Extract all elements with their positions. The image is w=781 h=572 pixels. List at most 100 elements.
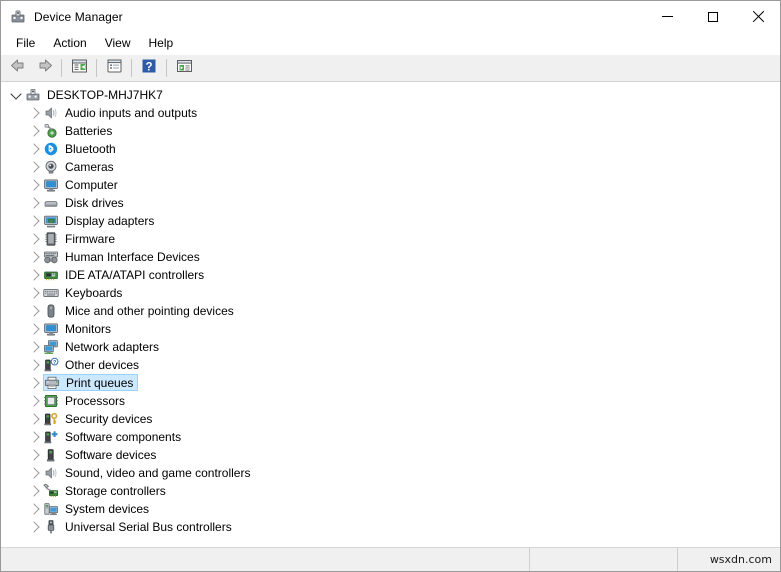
expander-firmware[interactable] <box>27 231 43 247</box>
tree-node-other-devices[interactable]: ? Other devices <box>1 356 780 374</box>
tree-node-label: Security devices <box>65 412 153 426</box>
help-button[interactable]: ? <box>137 57 161 79</box>
status-watermark: wsxdn.com <box>709 553 772 566</box>
tree-node-label: Mice and other pointing devices <box>65 304 234 318</box>
expander-software-components[interactable] <box>27 429 43 445</box>
tree-node-label: System devices <box>65 502 150 516</box>
show-hidden-devices-button[interactable] <box>102 57 126 79</box>
expander-ide-ata-atapi-controllers[interactable] <box>27 267 43 283</box>
tree-node-display-adapters[interactable]: Display adapters <box>1 212 780 230</box>
expander-network-adapters[interactable] <box>27 339 43 355</box>
expander-storage-controllers[interactable] <box>27 483 43 499</box>
forward-button[interactable] <box>32 57 56 79</box>
chevron-right-icon <box>28 305 40 317</box>
tree-node-processors[interactable]: Processors <box>1 392 780 410</box>
scan-hardware-changes-button[interactable] <box>172 57 196 79</box>
minimize-button[interactable] <box>645 1 690 32</box>
chevron-right-icon <box>28 251 40 263</box>
menu-item-help[interactable]: Help <box>140 33 183 53</box>
tree-node-network-adapters[interactable]: Network adapters <box>1 338 780 356</box>
tree-node-computer[interactable]: Computer <box>1 176 780 194</box>
tree-node-firmware[interactable]: Firmware <box>1 230 780 248</box>
expander-processors[interactable] <box>27 393 43 409</box>
chevron-right-icon <box>28 395 40 407</box>
svg-text:?: ? <box>145 61 152 73</box>
tree-node-label: Audio inputs and outputs <box>65 106 198 120</box>
expander-disk-drives[interactable] <box>27 195 43 211</box>
tree-node-human-interface-devices[interactable]: Human Interface Devices <box>1 248 780 266</box>
mouse-icon <box>43 303 59 319</box>
expander-print-queues[interactable] <box>27 375 43 391</box>
close-button[interactable] <box>735 1 780 32</box>
window-title: Device Manager <box>34 9 123 24</box>
tree-node-label: Print queues <box>66 375 134 390</box>
properties-window-icon <box>71 58 88 79</box>
tree-node-cameras[interactable]: Cameras <box>1 158 780 176</box>
ide-controller-icon <box>43 267 59 283</box>
tree-node-security-devices[interactable]: Security devices <box>1 410 780 428</box>
expander-other-devices[interactable] <box>27 357 43 373</box>
chevron-right-icon <box>28 269 40 281</box>
tree-node-keyboards[interactable]: Keyboards <box>1 284 780 302</box>
list-window-icon <box>106 58 123 79</box>
tree-node-system-devices[interactable]: System devices <box>1 500 780 518</box>
expander-system-devices[interactable] <box>27 501 43 517</box>
expander-sound-video-and-game-controllers[interactable] <box>27 465 43 481</box>
tree-node-sound-video-and-game-controllers[interactable]: Sound, video and game controllers <box>1 464 780 482</box>
device-manager-icon <box>10 9 26 25</box>
back-button[interactable] <box>6 57 30 79</box>
tree-node-label: Storage controllers <box>65 484 166 498</box>
expander-software-devices[interactable] <box>27 447 43 463</box>
tree-node-label: Software devices <box>65 448 157 462</box>
tree-node-ide-ata-atapi-controllers[interactable]: IDE ATA/ATAPI controllers <box>1 266 780 284</box>
tree-node-mice-and-other-pointing-devices[interactable]: Mice and other pointing devices <box>1 302 780 320</box>
tree-node-universal-serial-bus-controllers[interactable]: Universal Serial Bus controllers <box>1 518 780 536</box>
bluetooth-icon <box>43 141 59 157</box>
tree-node-software-devices[interactable]: Software devices <box>1 446 780 464</box>
tree-node-print-queues[interactable]: Print queues <box>1 374 780 392</box>
menu-bar: File Action View Help <box>1 32 780 54</box>
device-manager-window: Device Manager File Action View Help ? D… <box>0 0 781 572</box>
expander-batteries[interactable] <box>27 123 43 139</box>
tree-node-audio-inputs-and-outputs[interactable]: Audio inputs and outputs <box>1 104 780 122</box>
properties-button[interactable] <box>67 57 91 79</box>
expander-monitors[interactable] <box>27 321 43 337</box>
chevron-right-icon <box>28 485 40 497</box>
tree-node-root[interactable]: DESKTOP-MHJ7HK7 <box>1 86 780 104</box>
maximize-icon <box>707 11 718 22</box>
chevron-right-icon <box>28 323 40 335</box>
tree-node-label: Universal Serial Bus controllers <box>65 520 232 534</box>
arrow-right-icon <box>36 58 53 78</box>
tree-node-batteries[interactable]: Batteries <box>1 122 780 140</box>
tree-node-disk-drives[interactable]: Disk drives <box>1 194 780 212</box>
menu-item-view[interactable]: View <box>96 33 140 53</box>
arrow-left-icon <box>10 58 27 78</box>
expander-audio-inputs-and-outputs[interactable] <box>27 105 43 121</box>
status-bar: wsxdn.com <box>1 547 780 571</box>
expander-mice-and-other-pointing-devices[interactable] <box>27 303 43 319</box>
expander-display-adapters[interactable] <box>27 213 43 229</box>
expander-keyboards[interactable] <box>27 285 43 301</box>
software-device-icon <box>43 447 59 463</box>
tree-node-software-components[interactable]: Software components <box>1 428 780 446</box>
expander-human-interface-devices[interactable] <box>27 249 43 265</box>
maximize-button[interactable] <box>690 1 735 32</box>
printer-icon <box>44 375 60 391</box>
menu-item-file[interactable]: File <box>7 33 44 53</box>
device-tree[interactable]: DESKTOP-MHJ7HK7 Audio inputs and outputs <box>1 83 780 547</box>
expander-universal-serial-bus-controllers[interactable] <box>27 519 43 535</box>
expander-computer[interactable] <box>27 177 43 193</box>
menu-item-action[interactable]: Action <box>44 33 95 53</box>
tree-node-monitors[interactable]: Monitors <box>1 320 780 338</box>
chevron-right-icon <box>28 341 40 353</box>
tree-node-label: IDE ATA/ATAPI controllers <box>65 268 205 282</box>
chevron-right-icon <box>28 359 40 371</box>
tree-node-bluetooth[interactable]: Bluetooth <box>1 140 780 158</box>
expander-cameras[interactable] <box>27 159 43 175</box>
expander-security-devices[interactable] <box>27 411 43 427</box>
processor-icon <box>43 393 59 409</box>
keyboard-icon <box>43 285 59 301</box>
expander-bluetooth[interactable] <box>27 141 43 157</box>
tree-node-storage-controllers[interactable]: Storage controllers <box>1 482 780 500</box>
expander-root[interactable] <box>9 87 25 103</box>
